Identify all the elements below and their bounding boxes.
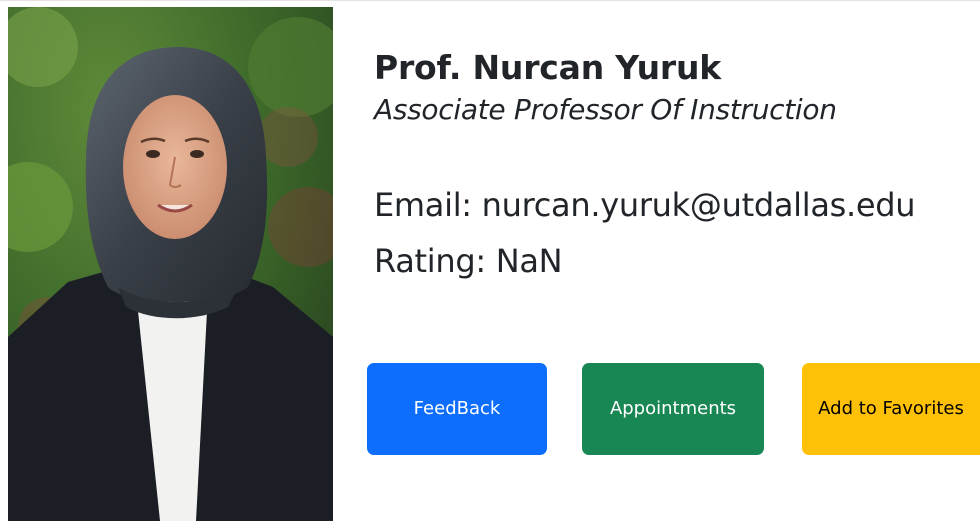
add-to-favorites-button[interactable]: Add to Favorites: [802, 363, 980, 455]
professor-rating: Rating: NaN: [374, 242, 563, 280]
professor-email: Email: nurcan.yuruk@utdallas.edu: [374, 186, 916, 224]
professor-card: Prof. Nurcan Yuruk Associate Professor O…: [0, 0, 980, 521]
professor-photo: [8, 7, 333, 521]
professor-title: Associate Professor Of Instruction: [374, 93, 837, 127]
professor-name: Prof. Nurcan Yuruk: [374, 48, 722, 87]
professor-info: Prof. Nurcan Yuruk Associate Professor O…: [374, 47, 974, 127]
feedback-button[interactable]: FeedBack: [367, 363, 547, 455]
appointments-button[interactable]: Appointments: [582, 363, 764, 455]
